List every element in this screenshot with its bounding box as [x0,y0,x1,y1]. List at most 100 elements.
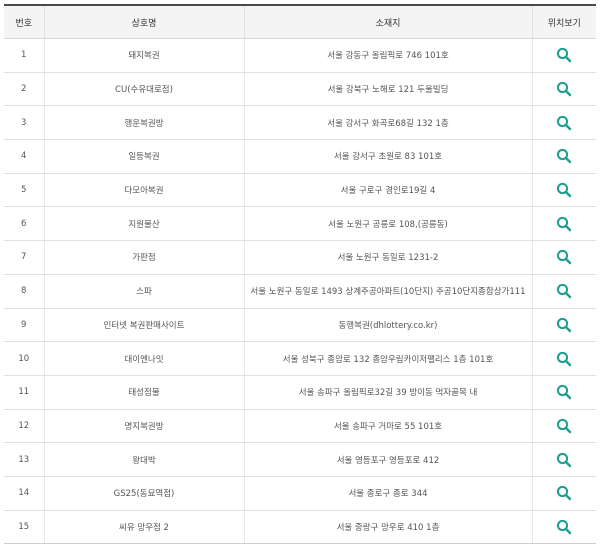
store-name: CU(수유대로점) [43,72,244,107]
store-address: 서울 구로구 경인로19길 4 [243,173,532,208]
store-name: 지원물산 [43,206,244,242]
row-number: 7 [4,240,44,275]
header-address: 소재지 [243,5,532,39]
store-name: 명지복권방 [43,409,244,444]
row-number: 8 [4,274,44,309]
store-address: 서울 성북구 종암로 132 종암우림카이저팰리스 1층 101호 [243,341,532,376]
view-location-button[interactable] [555,417,573,435]
table-row: 1 돼지복권 서울 강동구 올림픽로 746 101호 [4,38,596,73]
search-icon [555,417,573,435]
store-address: 서울 강북구 노해로 121 두울빌딩 [243,72,532,107]
map-cell [531,72,596,107]
row-number: 13 [4,442,44,477]
store-address: 서울 중랑구 망우로 410 1층 [243,510,532,545]
table-header-row: 번호 상호명 소재지 위치보기 [4,5,596,39]
store-address: 동행복권(dhlottery.co.kr) [243,308,532,343]
view-location-button[interactable] [555,80,573,98]
view-location-button[interactable] [555,383,573,401]
store-address: 서울 강동구 올림픽로 746 101호 [243,38,532,73]
search-icon [555,181,573,199]
header-name: 상호명 [43,5,244,39]
view-location-button[interactable] [555,350,573,368]
store-name: 대이엔나잇 [43,341,244,376]
table-row: 2 CU(수유대로점) 서울 강북구 노해로 121 두울빌딩 [4,72,596,107]
search-icon [555,46,573,64]
store-name: 다모아복권 [43,173,244,208]
search-icon [555,114,573,132]
map-cell [531,139,596,174]
search-icon [555,451,573,469]
store-name: 씨유 망우점 2 [43,510,244,545]
row-number: 1 [4,38,44,73]
row-number: 14 [4,476,44,511]
view-location-button[interactable] [555,282,573,300]
search-icon [555,383,573,401]
map-cell [531,240,596,275]
table-row: 12 명지복권방 서울 송파구 거마로 55 101호 [4,409,596,444]
view-location-button[interactable] [555,215,573,233]
store-address: 서울 강서구 화곡로68길 132 1층 [243,105,532,141]
store-address: 서울 강서구 초원로 83 101호 [243,139,532,174]
view-location-button[interactable] [555,484,573,502]
map-cell [531,476,596,511]
search-icon [555,80,573,98]
map-cell [531,105,596,141]
view-location-button[interactable] [555,114,573,132]
map-cell [531,308,596,343]
view-location-button[interactable] [555,248,573,266]
row-number: 12 [4,409,44,444]
store-name: 왕대박 [43,442,244,477]
search-icon [555,147,573,165]
map-cell [531,173,596,208]
store-address: 서울 노원구 동일로 1493 상계주공아파트(10단지) 주공10단지종합상가… [243,274,532,309]
map-cell [531,375,596,410]
store-address: 서울 송파구 거마로 55 101호 [243,409,532,444]
store-address: 서울 영등포구 영등포로 412 [243,442,532,477]
store-address: 서울 종로구 종로 344 [243,476,532,511]
store-name: 스파 [43,274,244,309]
row-number: 15 [4,510,44,545]
table-row: 11 태성점물 서울 송파구 올림픽로32길 39 방이동 먹자골목 내 [4,375,596,410]
search-icon [555,518,573,536]
table-row: 6 지원물산 서울 노원구 공릉로 108,(공릉동) [4,206,596,242]
row-number: 6 [4,206,44,242]
store-address: 서울 송파구 올림픽로32길 39 방이동 먹자골목 내 [243,375,532,410]
search-icon [555,248,573,266]
map-cell [531,510,596,545]
table-row: 7 가판점 서울 노원구 동일로 1231-2 [4,240,596,275]
table-row: 4 일등복권 서울 강서구 초원로 83 101호 [4,139,596,174]
row-number: 9 [4,308,44,343]
table-row: 15 씨유 망우점 2 서울 중랑구 망우로 410 1층 [4,510,596,545]
search-icon [555,316,573,334]
search-icon [555,215,573,233]
store-name: 인터넷 복권판매사이트 [43,308,244,343]
view-location-button[interactable] [555,451,573,469]
store-name: GS25(동묘역점) [43,476,244,511]
view-location-button[interactable] [555,518,573,536]
map-cell [531,274,596,309]
view-location-button[interactable] [555,46,573,64]
row-number: 3 [4,105,44,141]
row-number: 11 [4,375,44,410]
table-body: 1 돼지복권 서울 강동구 올림픽로 746 101호 2 CU(수유대로점) 서울 강북… [4,38,596,545]
store-name: 돼지복권 [43,38,244,73]
map-cell [531,38,596,73]
store-table: 번호 상호명 소재지 위치보기 1 돼지복권 서울 강동구 올림픽로 746 101… [4,4,596,545]
store-name: 행운복권방 [43,105,244,141]
search-icon [555,350,573,368]
store-name: 태성점물 [43,375,244,410]
header-number: 번호 [4,5,44,39]
map-cell [531,206,596,242]
view-location-button[interactable] [555,181,573,199]
store-address: 서울 노원구 동일로 1231-2 [243,240,532,275]
view-location-button[interactable] [555,147,573,165]
table-row: 9 인터넷 복권판매사이트 동행복권(dhlottery.co.kr) [4,308,596,343]
search-icon [555,484,573,502]
row-number: 10 [4,341,44,376]
row-number: 4 [4,139,44,174]
row-number: 5 [4,173,44,208]
table-row: 13 왕대박 서울 영등포구 영등포로 412 [4,442,596,477]
store-name: 가판점 [43,240,244,275]
view-location-button[interactable] [555,316,573,334]
table-row: 10 대이엔나잇 서울 성북구 종암로 132 종암우림카이저팰리스 1층 101호 [4,341,596,376]
